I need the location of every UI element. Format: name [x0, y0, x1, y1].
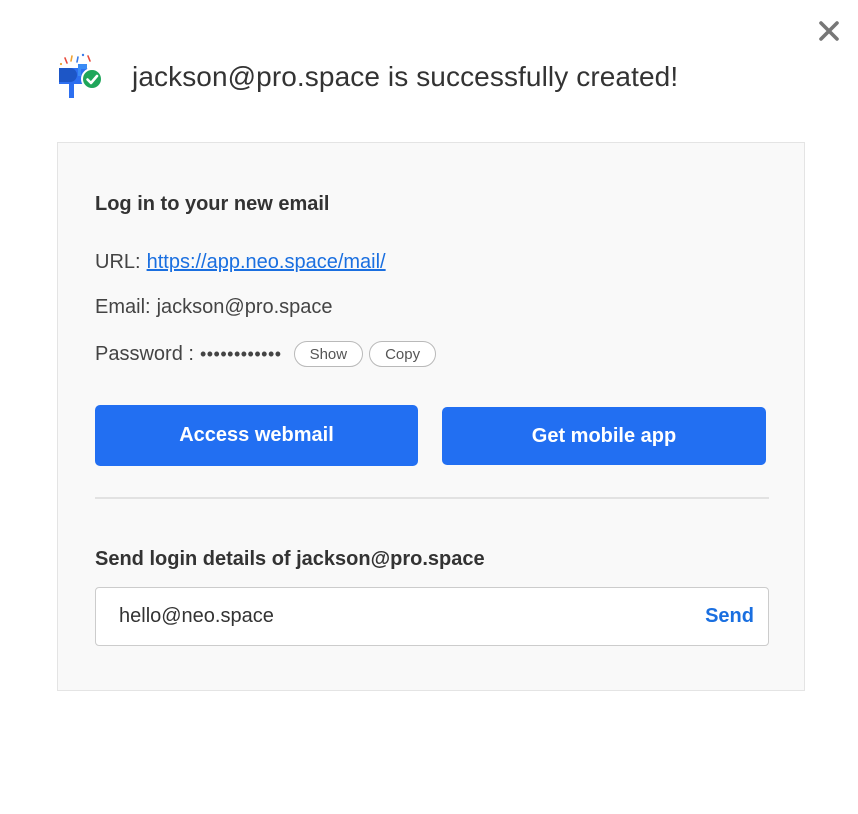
send-section-title: Send login details of jackson@pro.space: [95, 548, 485, 570]
show-password-button[interactable]: Show: [293, 341, 364, 367]
password-mask: ••••••••••••: [199, 343, 282, 364]
close-icon: [819, 21, 839, 41]
get-mobile-app-button[interactable]: Get mobile app: [442, 407, 766, 465]
email-value: jackson@pro.space: [156, 296, 333, 318]
page-title: jackson@pro.space is successfully create…: [132, 61, 679, 92]
divider: [95, 497, 769, 499]
email-row: Email: jackson@pro.space: [95, 296, 333, 319]
url-row: URL: https://app.neo.space/mail/: [95, 251, 386, 274]
url-label: URL:: [95, 251, 141, 273]
send-details-box: Send: [95, 587, 769, 646]
login-details-card: Log in to your new email URL: https://ap…: [57, 142, 805, 691]
password-row: Password : •••••••••••• Show Copy: [95, 341, 437, 367]
password-label: Password :: [95, 342, 194, 365]
mailbox-check-icon: [56, 52, 106, 102]
success-header: jackson@pro.space is successfully create…: [56, 52, 678, 102]
recipient-email-input[interactable]: [96, 587, 706, 646]
login-section-title: Log in to your new email: [95, 193, 330, 215]
webmail-url-link[interactable]: https://app.neo.space/mail/: [147, 251, 386, 274]
close-button[interactable]: [814, 16, 844, 46]
access-webmail-button[interactable]: Access webmail: [95, 405, 418, 466]
send-button[interactable]: Send: [705, 605, 754, 628]
email-label: Email:: [95, 296, 151, 318]
copy-password-button[interactable]: Copy: [369, 341, 437, 367]
